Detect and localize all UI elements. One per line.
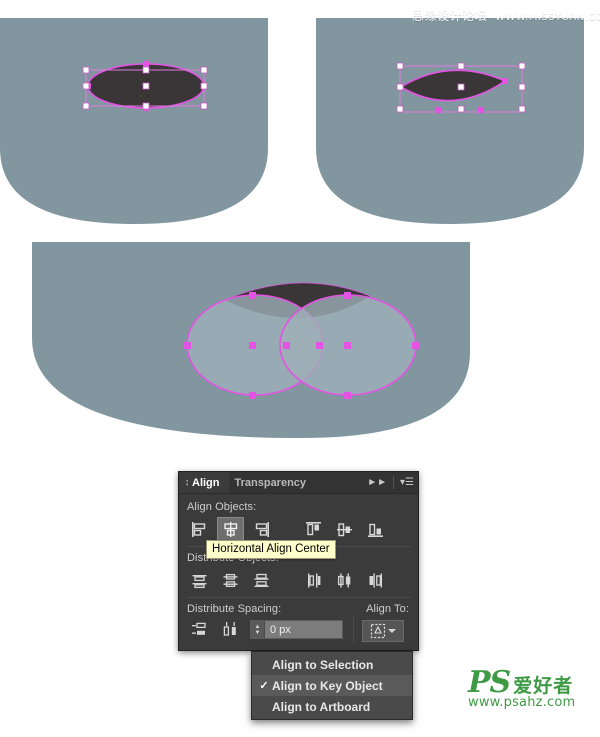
panel-grip-icon: ↕ [185,476,189,489]
horizontal-space-icon [223,622,236,636]
align-to-label: Align To: [366,603,409,615]
align-to-dropdown-menu: Align to Selection ✓ Align to Key Object… [251,651,413,720]
illustration-step-2 [316,18,584,224]
tabbar-separator [393,476,395,489]
watermark-top-cn: 思缘设计论坛 [412,9,488,23]
spacing-align-separator [353,617,354,642]
align-center-icon [224,522,238,537]
align-right-icon [255,522,269,537]
horizontal-align-right-button[interactable] [248,517,275,542]
distribute-top-icon [192,575,207,589]
distribute-right-icon [369,573,382,588]
vertical-distribute-space-button[interactable] [186,617,213,642]
align-bottom-icon [368,523,383,537]
vertical-space-icon [192,622,206,635]
spacing-buttons: ▲ ▼ 0 px [186,617,343,642]
menu-item-align-to-artboard[interactable]: Align to Artboard [252,696,412,717]
menu-item-align-to-selection-label: Align to Selection [272,657,374,672]
horizontal-distribute-space-button[interactable] [217,617,244,642]
horizontal-align-center-button[interactable] [217,517,244,542]
panel-body: Align Objects: Distribute Spacing: Align… [179,494,418,650]
align-to-group [362,617,404,642]
align-panel: ↕ Align Transparency ►► ▾☰ Align Objects… [178,471,419,651]
horizontal-distribute-right-button[interactable] [362,568,389,593]
align-objects-row [186,517,411,542]
align-objects-label: Align Objects: [187,501,257,513]
horizontal-distribute-left-button[interactable] [300,568,327,593]
spacing-input[interactable]: 0 px [265,621,342,638]
vertical-distribute-bottom-button[interactable] [248,568,275,593]
watermark-top-url: WWW.MISSYUAN.COM [495,12,600,23]
stepper-down-icon[interactable]: ▼ [255,630,261,636]
distribute-spacing-row: ▲ ▼ 0 px [186,617,411,642]
watermark-bottom-cn: 爱好者 [513,675,574,697]
tab-align-label: Align [192,476,220,489]
panel-menu-icon[interactable]: ▾☰ [396,472,418,493]
align-to-button[interactable] [362,620,404,642]
vertical-align-bottom-button[interactable] [362,517,389,542]
double-chevron-right-icon[interactable]: ►► [363,472,391,493]
stepper-arrows[interactable]: ▲ ▼ [251,621,265,638]
vertical-distribute-center-button[interactable] [217,568,244,593]
align-left-icon [192,522,206,537]
tab-transparency-label: Transparency [234,476,307,489]
watermark-bottom-logo-line: PS 爱好者 [468,668,598,698]
distribute-bottom-icon [254,573,269,587]
watermark-top: 思缘设计论坛 WWW.MISSYUAN.COM [412,7,600,24]
align-top-icon [306,522,321,536]
spacing-stepper[interactable]: ▲ ▼ 0 px [250,620,343,639]
distribute-spacing-label: Distribute Spacing: [187,603,282,615]
vertical-distribute-top-button[interactable] [186,568,213,593]
chevron-down-icon[interactable] [388,629,396,633]
tab-transparency[interactable]: Transparency [229,472,316,493]
align-to-key-object-icon [370,623,386,639]
distribute-left-icon [308,573,321,588]
tabbar-spacer [315,472,363,493]
divider-2 [186,597,411,598]
menu-item-align-to-key-object-label: Align to Key Object [272,678,383,693]
illustration-canvas [0,18,584,438]
vertical-align-center-button[interactable] [331,517,358,542]
menu-item-align-to-key-object[interactable]: ✓ Align to Key Object [252,675,412,696]
menu-item-align-to-artboard-label: Align to Artboard [272,699,371,714]
distribute-center-icon [337,573,351,588]
panel-tabbar: ↕ Align Transparency ►► ▾☰ [179,472,418,494]
spacing-label-row: Distribute Spacing: Align To: [186,603,411,615]
menu-item-align-to-selection[interactable]: Align to Selection [252,654,412,675]
horizontal-align-left-button[interactable] [186,517,213,542]
watermark-bottom: PS 爱好者 www.psahz.com [468,668,598,710]
align-middle-icon [337,523,352,537]
check-icon: ✓ [259,680,269,692]
distribute-middle-icon [223,573,238,587]
horizontal-distribute-center-button[interactable] [331,568,358,593]
watermark-bottom-url: www.psahz.com [468,695,576,710]
illustration-step-3 [32,242,470,438]
tab-align[interactable]: ↕ Align [179,472,229,493]
vertical-align-top-button[interactable] [300,517,327,542]
distribute-objects-row [186,568,411,593]
tooltip-horizontal-align-center: Horizontal Align Center [206,540,336,559]
illustration-step-1 [0,18,268,224]
